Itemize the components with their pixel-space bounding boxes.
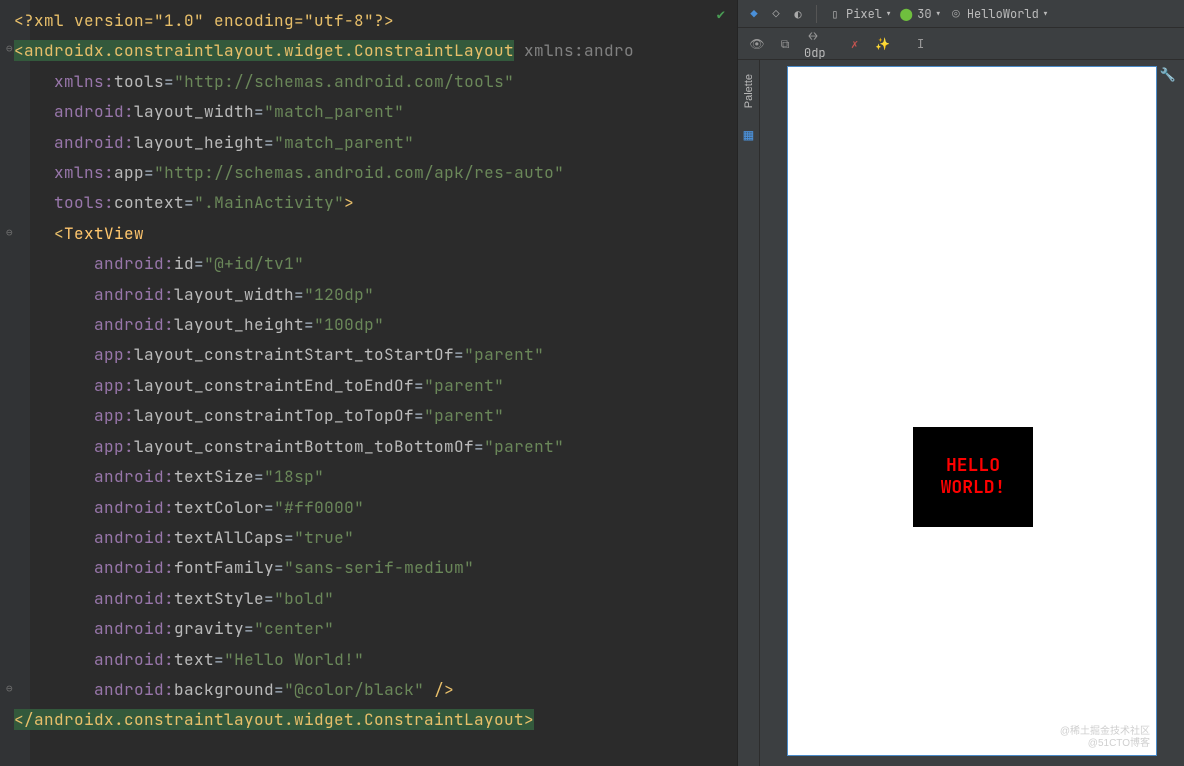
orientation-icon[interactable]: ◇ — [768, 6, 784, 22]
preview-toolbar-bottom: 👁 ⧉ ↔ 0dp ✗ ✨ 𝙸 — [738, 28, 1184, 60]
code-area[interactable]: <?xml version="1.0" encoding="utf-8"?> <… — [14, 6, 634, 736]
guidelines-icon[interactable]: 𝙸 — [912, 35, 930, 53]
infer-constraints-icon[interactable]: ✨ — [874, 35, 892, 53]
chevron-down-icon: ▾ — [935, 6, 942, 22]
palette-tab-label[interactable]: Palette — [743, 74, 755, 108]
fold-icon[interactable]: ⊖ — [6, 42, 13, 56]
fold-icon[interactable]: ⊖ — [6, 226, 13, 240]
fold-icon[interactable]: ⊖ — [6, 682, 13, 696]
design-surface[interactable]: 🔧 HELLO WORLD! @稀土掘金技术社区 @51CTO博客 — [760, 60, 1184, 766]
palette-sidebar[interactable]: Palette ▦ — [738, 60, 760, 766]
margin-value: 0dp — [804, 45, 826, 61]
margin-icon: ↔ — [804, 27, 822, 45]
textview-preview[interactable]: HELLO WORLD! — [913, 427, 1033, 527]
root-tag: androidx.constraintlayout.widget.Constra… — [24, 40, 514, 61]
root-close-tag: androidx.constraintlayout.widget.Constra… — [34, 709, 524, 730]
nightmode-icon[interactable]: ◐ — [790, 6, 806, 22]
layout-preview-panel: ◆ ◇ ◐ ▯ Pixel ▾ ⬤ 30 ▾ ◎ HelloWorld ▾ 👁 … — [738, 0, 1184, 766]
app-theme: HelloWorld — [967, 6, 1039, 22]
android-icon: ⬤ — [898, 6, 914, 22]
visibility-icon[interactable]: 👁 — [748, 35, 766, 53]
default-margin[interactable]: ↔ 0dp — [804, 27, 826, 61]
theme-selector[interactable]: ◎ HelloWorld ▾ — [948, 6, 1049, 22]
watermark: @51CTO博客 — [1088, 734, 1150, 749]
textview-tag: TextView — [64, 223, 144, 244]
xml-editor[interactable]: ⊖ ⊖ ⊖ ✔ <?xml version="1.0" encoding="ut… — [0, 0, 738, 766]
clear-constraints-icon[interactable]: ✗ — [846, 35, 864, 53]
device-name: Pixel — [846, 6, 882, 22]
device-frame[interactable]: HELLO WORLD! @稀土掘金技术社区 @51CTO博客 — [787, 66, 1157, 756]
analysis-ok-icon[interactable]: ✔ — [717, 6, 725, 24]
api-level: 30 — [917, 6, 931, 22]
device-selector[interactable]: ▯ Pixel ▾ — [827, 6, 892, 22]
chevron-down-icon: ▾ — [885, 6, 892, 22]
layers-icon[interactable]: ◆ — [746, 6, 762, 22]
api-selector[interactable]: ⬤ 30 ▾ — [898, 6, 942, 22]
magnet-icon[interactable]: ⧉ — [776, 35, 794, 53]
preview-toolbar-top: ◆ ◇ ◐ ▯ Pixel ▾ ⬤ 30 ▾ ◎ HelloWorld ▾ — [738, 0, 1184, 28]
chevron-down-icon: ▾ — [1042, 6, 1049, 22]
xml-decl: <?xml version="1.0" encoding="utf-8"?> — [14, 10, 394, 31]
settings-icon[interactable]: 🔧 — [1160, 66, 1176, 83]
palette-icon[interactable]: ▦ — [744, 124, 754, 145]
device-icon: ▯ — [827, 6, 843, 22]
theme-icon: ◎ — [948, 6, 964, 22]
